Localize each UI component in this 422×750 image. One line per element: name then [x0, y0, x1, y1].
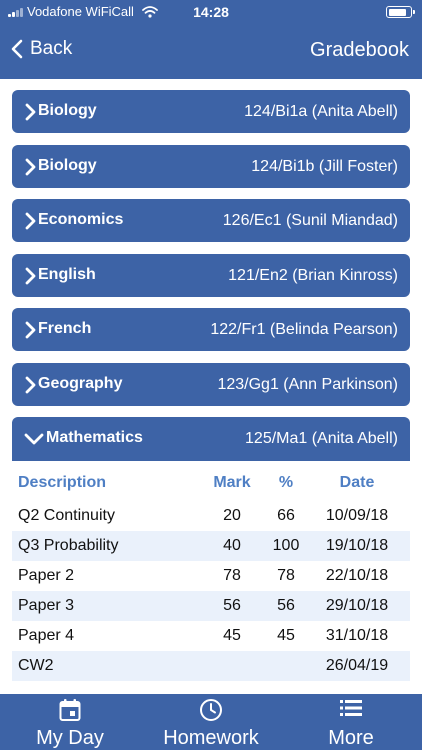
cell-date: 31/10/18 [325, 627, 389, 644]
calendar-icon [59, 699, 81, 721]
subject-group: 124/Bi1b (Jill Foster) [251, 158, 398, 175]
subject-group: 122/Fr1 (Belinda Pearson) [210, 321, 398, 338]
gradebook-list[interactable]: Biology 124/Bi1a (Anita Abell) Biology 1… [0, 79, 422, 694]
chevron-right-icon [25, 376, 36, 394]
cell-mark: 45 [223, 627, 241, 644]
tab-my-day[interactable]: My Day [20, 694, 120, 750]
header-date: Date [339, 474, 375, 491]
cell-date: 19/10/18 [325, 537, 389, 554]
subject-group: 125/Ma1 (Anita Abell) [245, 430, 398, 447]
subject-name: English [38, 266, 96, 283]
navigation-bar: Back Gradebook [0, 24, 422, 79]
chevron-right-icon [25, 212, 36, 230]
chevron-right-icon [25, 321, 36, 339]
cell-date: 26/04/19 [325, 657, 389, 674]
tab-more[interactable]: More [311, 694, 391, 750]
back-label: Back [30, 38, 73, 59]
subject-group: 121/En2 (Brian Kinross) [228, 267, 398, 284]
subject-row[interactable]: Biology 124/Bi1b (Jill Foster) [12, 145, 410, 188]
subject-row[interactable]: Geography 123/Gg1 (Ann Parkinson) [12, 363, 410, 406]
tab-label: More [328, 727, 374, 749]
table-row[interactable]: Q3 Probability 40 100 19/10/18 [12, 531, 410, 561]
subject-row[interactable]: French 122/Fr1 (Belinda Pearson) [12, 308, 410, 351]
cell-percent: 56 [277, 597, 295, 614]
chevron-right-icon [25, 267, 36, 285]
cell-percent: 45 [277, 627, 295, 644]
tab-label: My Day [36, 727, 104, 749]
subject-group: 126/Ec1 (Sunil Miandad) [222, 212, 398, 229]
cell-percent: 66 [277, 507, 295, 524]
cell-mark: 78 [223, 567, 241, 584]
clock-icon [200, 699, 222, 721]
subject-row-expanded[interactable]: Mathematics 125/Ma1 (Anita Abell) [12, 417, 410, 461]
chevron-left-icon [11, 39, 23, 59]
list-icon [340, 700, 362, 716]
subject-name: Mathematics [46, 429, 143, 446]
tab-homework[interactable]: Homework [151, 694, 271, 750]
table-row[interactable]: Q2 Continuity 20 66 10/09/18 [12, 501, 410, 531]
back-button[interactable]: Back [10, 38, 72, 60]
cell-description: Q3 Probability [18, 537, 119, 554]
grades-table: Description Mark % Date Q2 Continuity 20… [12, 461, 410, 681]
subject-group: 124/Bi1a (Anita Abell) [244, 103, 398, 120]
subject-row[interactable]: Economics 126/Ec1 (Sunil Miandad) [12, 199, 410, 242]
cell-description: Paper 2 [18, 567, 75, 584]
chevron-right-icon [25, 158, 36, 176]
subject-group: 123/Gg1 (Ann Parkinson) [217, 376, 398, 393]
cell-date: 22/10/18 [325, 567, 389, 584]
battery-icon [386, 6, 415, 18]
cell-mark: 20 [223, 507, 241, 524]
cell-mark: 56 [223, 597, 241, 614]
subject-name: Geography [38, 375, 123, 392]
table-row[interactable]: Paper 3 56 56 29/10/18 [12, 591, 410, 621]
cell-mark: 40 [223, 537, 241, 554]
grades-header: Description Mark % Date [12, 461, 410, 501]
table-row[interactable]: Paper 2 78 78 22/10/18 [12, 561, 410, 591]
cell-date: 29/10/18 [325, 597, 389, 614]
subject-name: Economics [38, 211, 124, 228]
page-title: Gradebook [310, 39, 409, 61]
cell-percent: 78 [277, 567, 295, 584]
cell-date: 10/09/18 [325, 507, 389, 524]
header-mark: Mark [213, 474, 251, 491]
subject-name: Biology [38, 102, 97, 119]
cell-percent: 100 [272, 537, 300, 554]
status-bar: Vodafone WiFiCall 14:28 [0, 0, 422, 24]
cell-description: Paper 4 [18, 627, 75, 644]
clock: 14:28 [193, 4, 229, 20]
cell-description: Paper 3 [18, 597, 75, 614]
subject-name: French [38, 320, 92, 337]
header-percent: % [278, 474, 294, 491]
subject-name: Biology [38, 157, 97, 174]
subject-row[interactable]: English 121/En2 (Brian Kinross) [12, 254, 410, 297]
chevron-right-icon [25, 103, 36, 121]
tab-bar: My Day Homework More [0, 694, 422, 750]
cell-description: CW2 [18, 657, 54, 674]
table-row[interactable]: CW2 26/04/19 [12, 651, 410, 681]
cell-description: Q2 Continuity [18, 507, 115, 524]
subject-row[interactable]: Biology 124/Bi1a (Anita Abell) [12, 90, 410, 133]
header-description: Description [18, 474, 107, 491]
table-row[interactable]: Paper 4 45 45 31/10/18 [12, 621, 410, 651]
tab-label: Homework [163, 727, 259, 749]
chevron-down-icon [24, 433, 44, 445]
